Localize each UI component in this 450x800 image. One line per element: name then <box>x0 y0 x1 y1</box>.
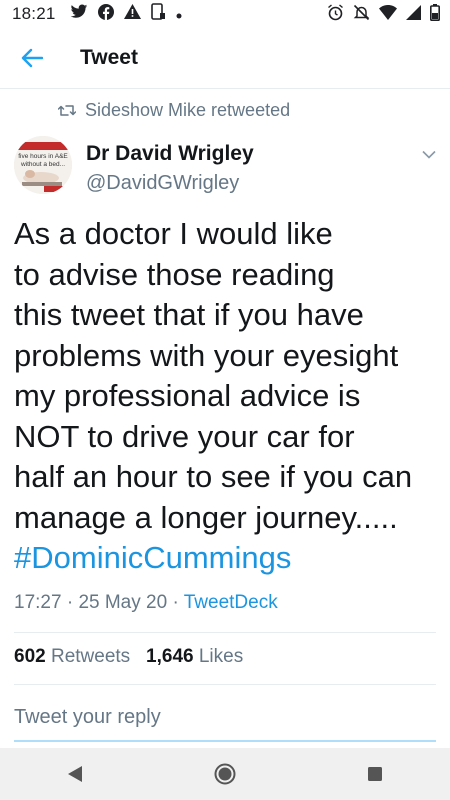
system-nav-bar <box>0 748 450 800</box>
tweet-line: NOT to drive your car for <box>14 418 355 454</box>
screenshot-icon <box>150 3 166 25</box>
avatar-caption-top: five hours in A&E <box>18 153 68 160</box>
dot-icon <box>176 4 182 24</box>
tweet-line: to advise those reading <box>14 256 335 292</box>
retweets-label: Retweets <box>50 646 131 667</box>
tweet-meta: 17:27 · 25 May 20 · TweetDeck <box>14 592 278 614</box>
meta-separator: · <box>167 592 184 613</box>
notification-icons <box>70 3 182 25</box>
avatar-caption-middle: without a bed... <box>20 161 65 168</box>
status-time: 18:21 <box>12 4 56 23</box>
tweet-date: 25 May 20 <box>78 592 168 613</box>
engagement-stats: 602 Retweets 1,646 Likes <box>14 646 243 668</box>
reply-input-underline <box>14 740 436 742</box>
page-title: Tweet <box>80 46 138 69</box>
wifi-icon <box>379 5 397 25</box>
retweet-context[interactable]: Sideshow Mike retweeted <box>58 100 290 121</box>
author-name[interactable]: Dr David Wrigley <box>86 142 254 166</box>
mute-icon <box>353 4 370 26</box>
hashtag-link[interactable]: #DominicCummings <box>14 538 439 579</box>
tweet-line: manage a longer journey..... <box>14 499 398 535</box>
tweet-line: my professional advice is <box>14 378 361 413</box>
back-button[interactable] <box>2 28 62 88</box>
retweets-count: 602 <box>14 646 46 667</box>
signal-icon <box>406 5 421 25</box>
tweet-line: problems with your eyesight <box>14 337 399 373</box>
divider <box>14 632 436 633</box>
battery-icon <box>430 4 440 26</box>
facebook-icon <box>97 3 114 25</box>
back-triangle-icon <box>68 766 82 782</box>
likes-stat[interactable]: 1,646 Likes <box>146 646 243 667</box>
reply-input[interactable]: Tweet your reply <box>14 706 161 729</box>
tweet-source-link[interactable]: TweetDeck <box>184 592 278 613</box>
meta-separator: · <box>61 592 79 613</box>
back-arrow-icon <box>21 48 43 68</box>
chevron-down-icon <box>422 150 436 159</box>
more-options-button[interactable] <box>422 146 436 164</box>
retweet-label: Sideshow Mike retweeted <box>85 100 291 120</box>
retweet-icon <box>58 104 76 117</box>
alert-icon <box>123 4 141 24</box>
system-icons <box>327 4 440 26</box>
tweet-line: this tweet that if you have <box>14 297 364 332</box>
app-header: Tweet <box>0 28 450 89</box>
tweet-line: half an hour to see if you can <box>14 459 413 494</box>
likes-count: 1,646 <box>146 646 194 667</box>
twitter-icon <box>70 4 88 25</box>
tweet-time: 17:27 <box>14 592 62 613</box>
nav-recents-button[interactable] <box>345 748 405 800</box>
author-handle[interactable]: @DavidGWrigley <box>86 172 239 195</box>
alarm-icon <box>327 4 344 26</box>
tweet-text: As a doctor I would like to advise those… <box>14 214 439 579</box>
recents-square-icon <box>368 767 382 781</box>
nav-back-button[interactable] <box>45 748 105 800</box>
likes-label: Likes <box>198 646 244 667</box>
tweet-line: As a doctor I would like <box>14 216 333 251</box>
status-bar: 18:21 <box>0 0 450 28</box>
retweets-stat[interactable]: 602 Retweets <box>14 646 130 667</box>
divider <box>14 684 436 685</box>
nav-home-button[interactable] <box>195 748 255 800</box>
avatar[interactable]: five hours in A&E without a bed... <box>14 136 72 194</box>
home-circle-icon <box>214 763 236 785</box>
